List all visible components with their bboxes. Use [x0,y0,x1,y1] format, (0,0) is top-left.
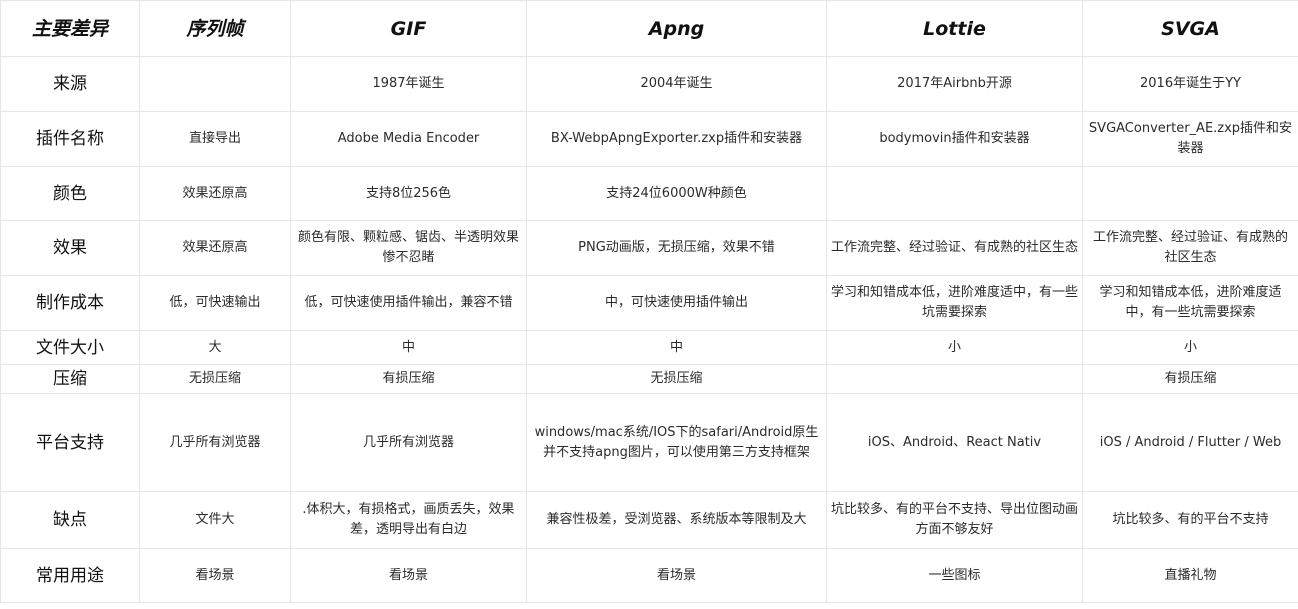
table-row: 平台支持 几乎所有浏览器 几乎所有浏览器 windows/mac系统/IOS下的… [0,393,1298,492]
table-cell: 2016年诞生于YY [1082,56,1298,112]
table-row: 来源 1987年诞生 2004年诞生 2017年Airbnb开源 2016年诞生… [0,56,1298,112]
row-label: 插件名称 [0,111,140,167]
table-cell: windows/mac系统/IOS下的safari/Android原生并不支持a… [526,393,827,492]
table-cell: 一些图标 [826,548,1083,603]
table-cell: SVGAConverter_AE.zxp插件和安装器 [1082,111,1298,167]
table-cell [826,364,1083,394]
table-cell: 无损压缩 [139,364,291,394]
comparison-table: 主要差异 序列帧 GIF Apng Lottie SVGA 来源 1987年诞生… [0,0,1298,603]
table-cell: 2017年Airbnb开源 [826,56,1083,112]
table-row: 插件名称 直接导出 Adobe Media Encoder BX-WebpApn… [0,111,1298,167]
table-cell: BX-WebpApngExporter.zxp插件和安装器 [526,111,827,167]
table-cell: 有损压缩 [1082,364,1298,394]
table-cell: 小 [1082,330,1298,365]
table-cell: .体积大，有损格式，画质丢失，效果差，透明导出有白边 [290,491,527,549]
table-cell: 中，可快速使用插件输出 [526,275,827,331]
row-label: 缺点 [0,491,140,549]
table-cell: 小 [826,330,1083,365]
row-label: 文件大小 [0,330,140,365]
row-label: 效果 [0,220,140,276]
table-cell: 低，可快速输出 [139,275,291,331]
table-cell: 效果还原高 [139,166,291,221]
table-cell: 无损压缩 [526,364,827,394]
header-main-diff: 主要差异 [0,0,140,57]
table-cell: 支持8位256色 [290,166,527,221]
header-apng: Apng [526,0,827,57]
header-frame-sequence: 序列帧 [139,0,291,57]
table-cell: 大 [139,330,291,365]
table-cell: 看场景 [139,548,291,603]
table-cell: 坑比较多、有的平台不支持 [1082,491,1298,549]
header-svga: SVGA [1082,0,1298,57]
table-cell: 坑比较多、有的平台不支持、导出位图动画方面不够友好 [826,491,1083,549]
header-row: 主要差异 序列帧 GIF Apng Lottie SVGA [0,0,1298,57]
table-cell: 效果还原高 [139,220,291,276]
table-cell: 几乎所有浏览器 [139,393,291,492]
row-label: 颜色 [0,166,140,221]
table-cell: 兼容性极差，受浏览器、系统版本等限制及大 [526,491,827,549]
table-cell: 直播礼物 [1082,548,1298,603]
table-cell: Adobe Media Encoder [290,111,527,167]
table-cell: 直接导出 [139,111,291,167]
table-cell [826,166,1083,221]
table-cell: iOS / Android / Flutter / Web [1082,393,1298,492]
table-cell: 文件大 [139,491,291,549]
table-cell: 看场景 [526,548,827,603]
table-cell: 工作流完整、经过验证、有成熟的社区生态 [1082,220,1298,276]
table-cell: 支持24位6000W种颜色 [526,166,827,221]
table-cell: 2004年诞生 [526,56,827,112]
table-row: 制作成本 低，可快速输出 低，可快速使用插件输出，兼容不错 中，可快速使用插件输… [0,275,1298,331]
table-cell: 有损压缩 [290,364,527,394]
row-label: 来源 [0,56,140,112]
row-label: 制作成本 [0,275,140,331]
table-cell: bodymovin插件和安装器 [826,111,1083,167]
table-cell: 看场景 [290,548,527,603]
table-row: 效果 效果还原高 颜色有限、颗粒感、锯齿、半透明效果惨不忍睹 PNG动画版，无损… [0,220,1298,276]
table-cell [1082,166,1298,221]
table-cell: 中 [526,330,827,365]
table-row: 缺点 文件大 .体积大，有损格式，画质丢失，效果差，透明导出有白边 兼容性极差，… [0,491,1298,549]
table-cell: 低，可快速使用插件输出，兼容不错 [290,275,527,331]
table-cell: 学习和知错成本低，进阶难度适中，有一些坑需要探索 [826,275,1083,331]
table-row: 压缩 无损压缩 有损压缩 无损压缩 有损压缩 [0,364,1298,394]
table-row: 文件大小 大 中 中 小 小 [0,330,1298,365]
table-cell: 学习和知错成本低，进阶难度适中，有一些坑需要探索 [1082,275,1298,331]
table-cell: iOS、Android、React Nativ [826,393,1083,492]
header-gif: GIF [290,0,527,57]
table-cell: 几乎所有浏览器 [290,393,527,492]
table-cell: 中 [290,330,527,365]
row-label: 压缩 [0,364,140,394]
table-cell: 1987年诞生 [290,56,527,112]
row-label: 平台支持 [0,393,140,492]
table-cell [139,56,291,112]
table-cell: 工作流完整、经过验证、有成熟的社区生态 [826,220,1083,276]
table-row: 颜色 效果还原高 支持8位256色 支持24位6000W种颜色 [0,166,1298,221]
table-cell: PNG动画版，无损压缩，效果不错 [526,220,827,276]
table-row: 常用用途 看场景 看场景 看场景 一些图标 直播礼物 [0,548,1298,603]
header-lottie: Lottie [826,0,1083,57]
row-label: 常用用途 [0,548,140,603]
table-cell: 颜色有限、颗粒感、锯齿、半透明效果惨不忍睹 [290,220,527,276]
